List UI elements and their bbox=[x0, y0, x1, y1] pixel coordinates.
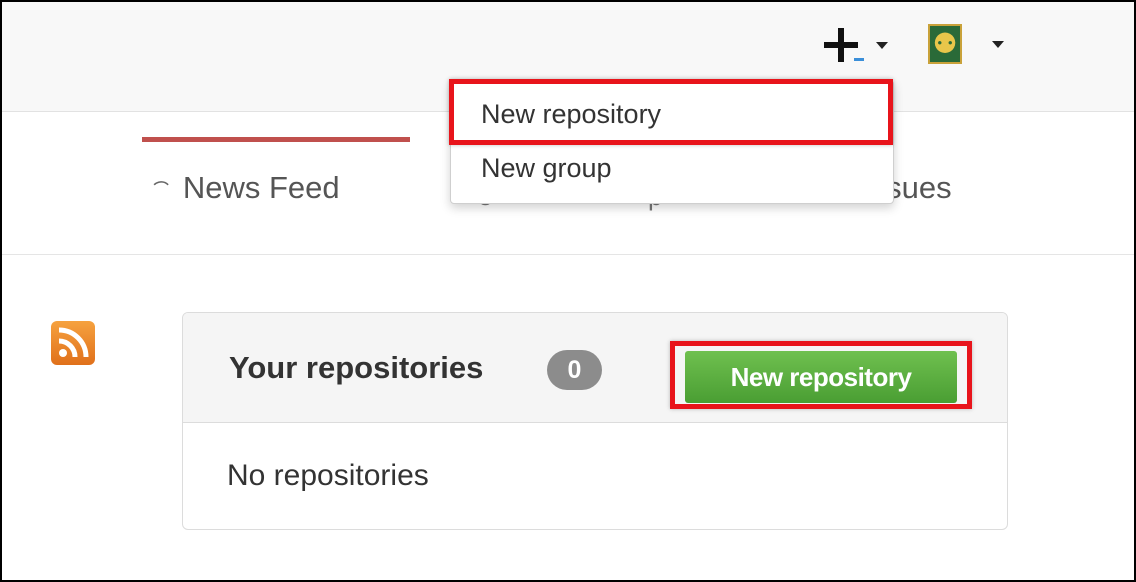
empty-repositories-text: No repositories bbox=[227, 459, 429, 492]
user-menu-button[interactable]: ⚉ bbox=[928, 24, 1014, 68]
create-new-button[interactable] bbox=[818, 24, 900, 66]
avatar: ⚉ bbox=[928, 24, 962, 64]
highlight-box-menu-item bbox=[449, 79, 893, 145]
panel-title: Your repositories bbox=[229, 350, 484, 385]
active-tab-indicator bbox=[142, 137, 410, 142]
menu-item-new-group[interactable]: New group bbox=[481, 153, 612, 184]
repository-count-badge: 0 bbox=[547, 350, 602, 390]
chevron-down-icon bbox=[876, 42, 888, 49]
chevron-down-icon bbox=[992, 41, 1004, 48]
rss-feed-icon[interactable] bbox=[51, 321, 95, 365]
tab-label: News Feed bbox=[182, 170, 340, 205]
highlight-box-button bbox=[670, 341, 972, 409]
tab-news-feed[interactable]: ◝ News Feed bbox=[148, 170, 340, 206]
rss-icon: ◝ bbox=[147, 170, 179, 203]
